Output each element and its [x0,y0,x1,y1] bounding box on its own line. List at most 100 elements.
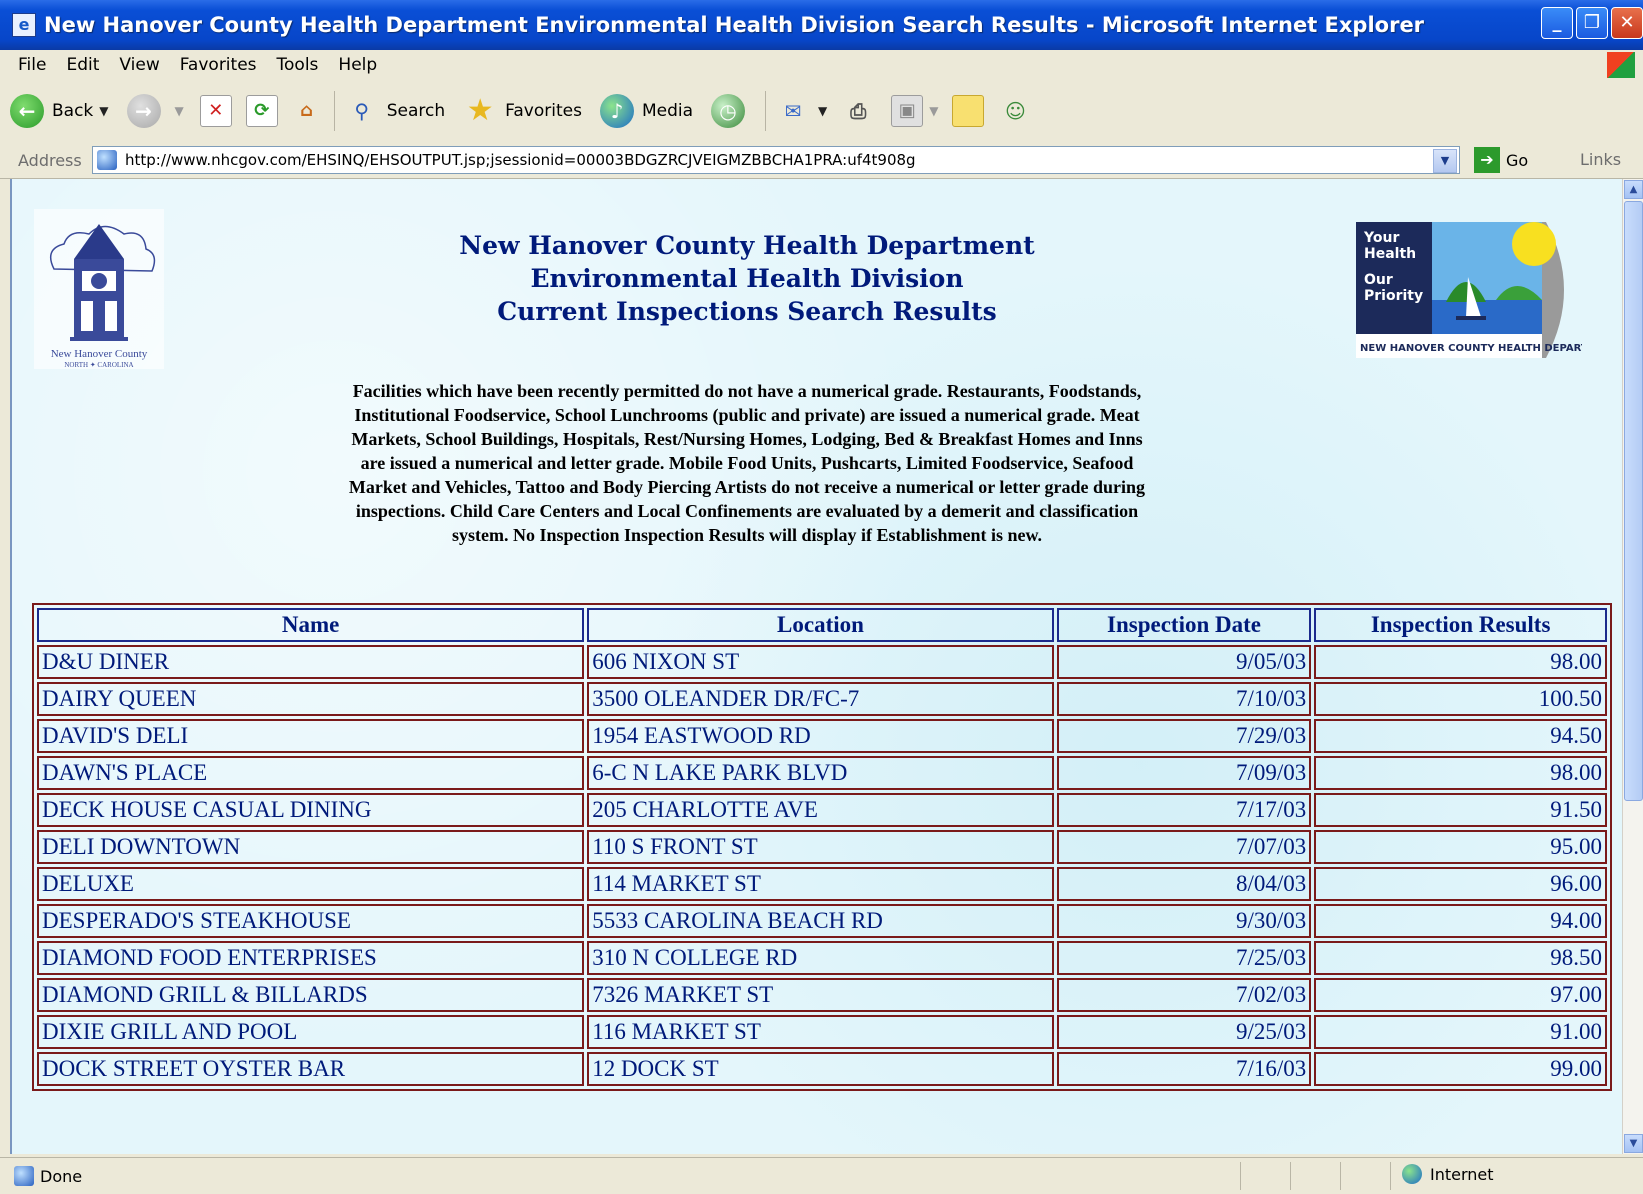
search-label: Search [386,101,446,121]
window-title: New Hanover County Health Department Env… [44,13,1425,37]
cell-location: 6-C N LAKE PARK BLVD [587,756,1054,790]
favorites-button[interactable]: ★ Favorites [463,94,582,128]
history-icon: ◷ [711,94,746,128]
standard-toolbar: ← Back ▼ → ▼ ✕ ⟳ ⌂ ⚲ Search ★ Favorites … [0,80,1643,143]
back-arrow-icon: ← [10,94,44,128]
print-button[interactable]: ⎙ [841,94,883,128]
cell-date: 7/25/03 [1056,941,1312,975]
scroll-down-icon[interactable]: ▼ [1624,1134,1643,1153]
media-button[interactable]: ♪ Media [599,94,693,128]
scroll-up-icon[interactable]: ▲ [1624,180,1643,199]
cell-result: 98.50 [1314,941,1607,975]
cell-result: 91.00 [1314,1015,1607,1049]
logo-text-health: Health [1364,246,1416,262]
cell-result: 94.50 [1314,719,1607,753]
cell-name: DIXIE GRILL AND POOL [37,1015,585,1049]
heading-line-2: Environmental Health Division [530,264,964,293]
county-logo-subcaption: NORTH ✦ CAROLINA [64,361,133,369]
cell-location: 110 S FRONT ST [587,830,1054,864]
cell-name: DELUXE [37,867,585,901]
favorites-label: Favorites [505,101,582,121]
grading-notice: Facilities which have been recently perm… [348,381,1146,545]
ie-window-icon[interactable]: e [12,13,36,37]
back-button[interactable]: ← Back ▼ [10,94,109,128]
address-field[interactable]: ▼ [92,146,1460,174]
cell-date: 9/05/03 [1056,645,1312,679]
cell-location: 205 CHARLOTTE AVE [587,793,1054,827]
cell-location: 606 NIXON ST [587,645,1054,679]
mail-dropdown-icon[interactable]: ▼ [818,104,827,118]
cell-location: 5533 CAROLINA BEACH RD [587,904,1054,938]
cell-location: 1954 EASTWOOD RD [587,719,1054,753]
stop-button[interactable]: ✕ [199,95,232,127]
note-icon [952,95,985,127]
address-bar: Address ▼ ➔ Go Links [0,142,1643,179]
history-button[interactable]: ◷ [711,94,753,128]
edit-dropdown-icon[interactable]: ▼ [929,104,938,118]
menu-edit[interactable]: Edit [66,55,99,75]
address-dropdown-icon[interactable]: ▼ [1433,149,1457,173]
header-location: Location [587,608,1054,642]
security-zone[interactable]: Internet [1402,1164,1494,1184]
menu-help[interactable]: Help [338,55,377,75]
messenger-button[interactable]: ☺ [998,94,1040,128]
page-status-icon [14,1166,34,1186]
links-toolbar[interactable]: Links [1580,150,1621,169]
menu-file[interactable]: File [18,55,46,75]
refresh-button[interactable]: ⟳ [245,95,278,127]
vertical-scrollbar[interactable]: ▲ ▼ [1622,179,1643,1154]
forward-button[interactable]: → ▼ [126,94,184,128]
results-table: Name Location Inspection Date Inspection… [32,603,1612,1091]
window-controls: _ ❐ ✕ [1541,7,1643,39]
menu-favorites[interactable]: Favorites [180,55,257,75]
address-input[interactable] [123,150,1407,170]
cell-date: 7/29/03 [1056,719,1312,753]
cell-date: 7/09/03 [1056,756,1312,790]
cell-date: 7/16/03 [1056,1052,1312,1086]
cell-name: DAIRY QUEEN [37,682,585,716]
restore-button[interactable]: ❐ [1576,7,1608,39]
search-button[interactable]: ⚲ Search [345,94,445,128]
county-seal-logo: New Hanover County NORTH ✦ CAROLINA [34,209,164,369]
page-icon [97,150,117,170]
minimize-button[interactable]: _ [1541,7,1573,39]
status-divider [1290,1162,1291,1190]
header-inspection-results: Inspection Results [1314,608,1607,642]
title-bar: e New Hanover County Health Department E… [0,0,1643,50]
media-icon: ♪ [599,94,634,128]
mail-button[interactable]: ✉ ▼ [776,94,828,128]
discuss-button[interactable] [952,95,985,127]
table-row: DIAMOND GRILL & BILLARDS 7326 MARKET ST … [37,978,1607,1012]
table-row: DIXIE GRILL AND POOL 116 MARKET ST 9/25/… [37,1015,1607,1049]
status-divider [1340,1162,1341,1190]
cell-name: DESPERADO'S STEAKHOUSE [37,904,585,938]
cell-date: 7/02/03 [1056,978,1312,1012]
status-bar: Done Internet [0,1157,1643,1194]
cell-location: 3500 OLEANDER DR/FC-7 [587,682,1054,716]
logo-text-our: Our [1364,272,1393,288]
back-dropdown-icon[interactable]: ▼ [99,104,108,118]
close-button[interactable]: ✕ [1611,7,1643,39]
home-icon: ⌂ [300,100,314,121]
table-row: DELI DOWNTOWN 110 S FRONT ST 7/07/03 95.… [37,830,1607,864]
table-row: DIAMOND FOOD ENTERPRISES 310 N COLLEGE R… [37,941,1607,975]
edit-button[interactable]: ▣ ▼ [891,95,938,127]
messenger-icon: ☺ [1005,99,1026,123]
scroll-thumb[interactable] [1624,201,1643,801]
cell-date: 9/30/03 [1056,904,1312,938]
go-arrow-icon: ➔ [1474,147,1500,173]
menu-view[interactable]: View [119,55,159,75]
menu-tools[interactable]: Tools [277,55,319,75]
cell-result: 97.00 [1314,978,1607,1012]
cell-location: 116 MARKET ST [587,1015,1054,1049]
forward-dropdown-icon[interactable]: ▼ [175,104,184,118]
table-row: DECK HOUSE CASUAL DINING 205 CHARLOTTE A… [37,793,1607,827]
home-button[interactable]: ⌂ [292,96,322,126]
results-table-body: D&U DINER 606 NIXON ST 9/05/03 98.00 DAI… [37,645,1607,1086]
cell-date: 7/17/03 [1056,793,1312,827]
page-viewport: New Hanover County NORTH ✦ CAROLINA New … [10,179,1624,1154]
table-row: DAVID'S DELI 1954 EASTWOOD RD 7/29/03 94… [37,719,1607,753]
table-header-row: Name Location Inspection Date Inspection… [37,608,1607,642]
go-label: Go [1506,150,1529,170]
go-button[interactable]: ➔ Go [1474,147,1528,173]
